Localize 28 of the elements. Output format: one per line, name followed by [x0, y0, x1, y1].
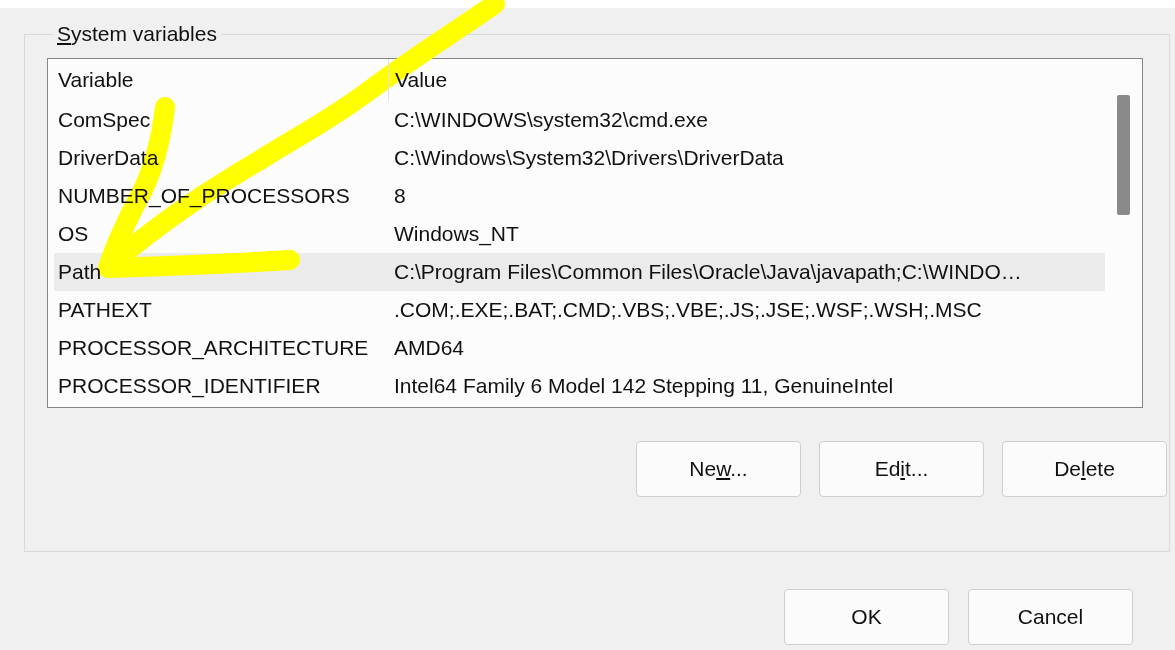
group-title: System variables [56, 22, 218, 46]
action-button[interactable]: Delete [1002, 441, 1167, 497]
dialog-button[interactable]: OK [784, 589, 949, 645]
variable-name: PROCESSOR_IDENTIFIER [58, 374, 321, 398]
variable-value: AMD64 [394, 336, 465, 360]
variable-row[interactable]: PATHEXT .COM;.EXE;.BAT;.CMD;.VBS;.VBE;.JS;.JSE;.WSF;.WSH;.MSC [54, 291, 1105, 329]
variable-name: PROCESSOR_ARCHITECTURE [58, 336, 369, 360]
variable-value: .COM;.EXE;.BAT;.CMD;.VBS;.VBE;.JS;.JSE;.WSF;.WSH;.MSC [394, 298, 982, 322]
variable-value: C:\Windows\System32\Drivers\DriverData [394, 146, 784, 170]
variable-value: Intel64 Family 6 Model 142 Stepping 11, GenuineIntel [394, 374, 894, 398]
variable-value: 8 [394, 184, 406, 208]
variable-value: Windows_NT [394, 222, 519, 246]
variable-value: C:\Program Files\Common Files\Oracle\Java\javapath;C:\WINDO… [394, 260, 1022, 284]
variable-row[interactable]: OS Windows_NT [54, 215, 1105, 253]
dialog-button[interactable]: Cancel [968, 589, 1133, 645]
variable-name: OS [58, 222, 89, 246]
variable-row[interactable]: PROCESSOR_IDENTIFIER Intel64 Family 6 Model 142 Stepping 11, GenuineIntel [54, 367, 1105, 405]
scrollbar-thumb[interactable] [1117, 95, 1130, 215]
variable-row[interactable]: Path C:\Program Files\Common Files\Oracle\Java\javapath;C:\WINDO… [54, 253, 1105, 291]
variables-list[interactable] [47, 58, 1143, 408]
variable-name: ComSpec [58, 108, 151, 132]
variable-row[interactable]: PROCESSOR_ARCHITECTURE AMD64 [54, 329, 1105, 367]
variable-name: PATHEXT [58, 298, 152, 322]
variable-row[interactable]: ComSpec C:\WINDOWS\system32\cmd.exe [54, 101, 1105, 139]
action-button[interactable]: New... [636, 441, 801, 497]
variable-name: Path [58, 260, 102, 284]
action-button[interactable]: Edit... [819, 441, 984, 497]
variable-value: C:\WINDOWS\system32\cmd.exe [394, 108, 708, 132]
